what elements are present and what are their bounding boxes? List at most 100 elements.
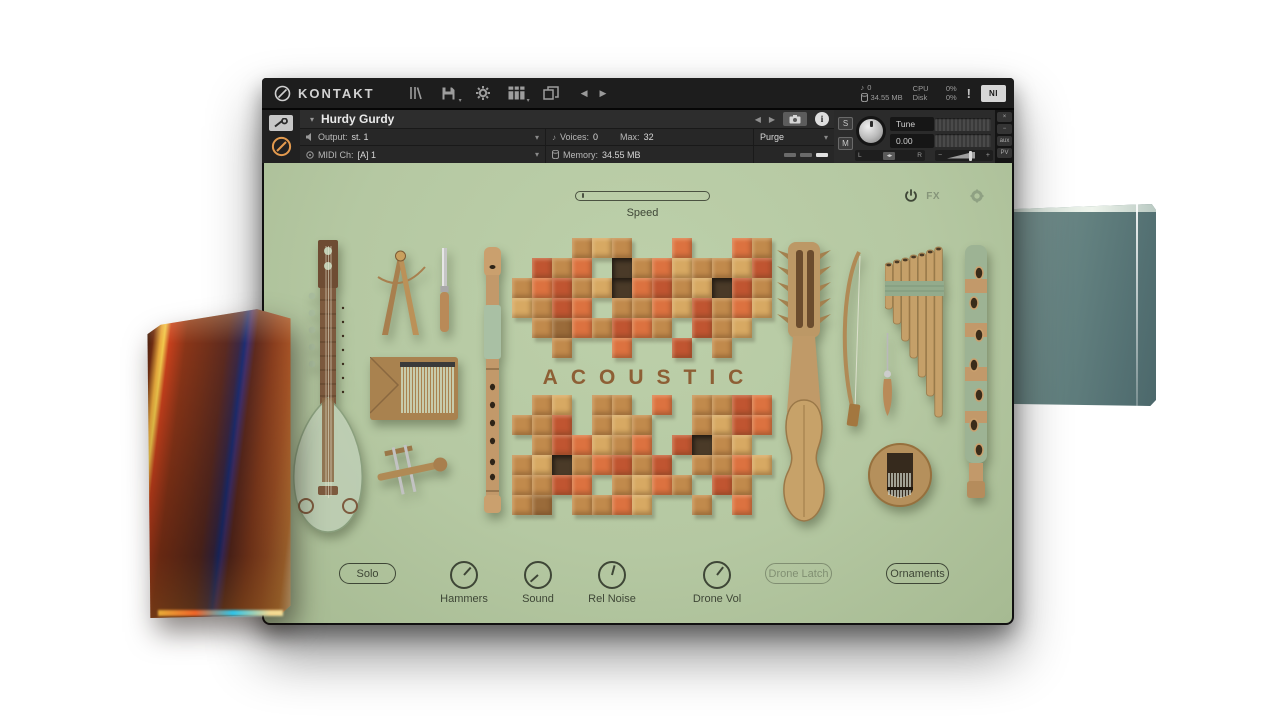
mosaic-block [572, 495, 592, 515]
kontakt-window: KONTAKT ▾ ▾ [262, 78, 1014, 625]
speed-slider[interactable] [575, 191, 710, 201]
title-caret-icon[interactable]: ▾ [310, 115, 314, 124]
mosaic-block [512, 298, 532, 318]
mosaic-block [572, 455, 592, 475]
volume-handle[interactable] [969, 151, 972, 161]
drone-vol-knob[interactable] [703, 561, 731, 589]
mosaic-block [532, 395, 552, 415]
level-meter-right [935, 134, 991, 147]
mosaic-block [612, 238, 632, 258]
mosaic-block [692, 298, 712, 318]
cube-top-face [1014, 204, 1156, 212]
mosaic-block [612, 495, 632, 515]
mosaic-block [552, 318, 572, 338]
mosaic-block [552, 298, 572, 318]
mosaic-block [692, 278, 712, 298]
mosaic-block [552, 395, 572, 415]
midi-channel-select[interactable]: MIDI Ch: [A] 1 ▾ [300, 146, 546, 163]
hammers-knob-pointer [463, 567, 471, 576]
chisel-image [437, 248, 452, 335]
purge-label: Purge [760, 132, 784, 142]
nav-back-icon[interactable]: ◀ [581, 88, 588, 99]
mosaic-block [612, 475, 632, 495]
window-layout-icon[interactable] [541, 84, 561, 102]
next-instrument-icon[interactable]: ▶ [769, 115, 775, 124]
mosaic-hole [712, 278, 732, 298]
mixer-view-icon[interactable]: ▾ [507, 84, 527, 102]
mosaic-block [572, 435, 592, 455]
mosaic-block [592, 395, 612, 415]
snapshot-camera-button[interactable] [783, 112, 807, 126]
mosaic-hole [612, 278, 632, 298]
tune-value-cell[interactable]: 0.00 [890, 134, 934, 148]
fx-power-icon[interactable] [904, 189, 918, 203]
mosaic-block [612, 338, 632, 358]
mosaic-block [632, 258, 652, 278]
sound-knob[interactable] [524, 561, 552, 589]
drone-latch-button[interactable]: Drone Latch [765, 563, 832, 584]
gear-icon[interactable] [473, 84, 493, 102]
library-icon[interactable] [405, 84, 425, 102]
mosaic-block [572, 318, 592, 338]
mosaic-block [552, 435, 572, 455]
output-select[interactable]: Output: st. 1 ▾ [300, 129, 546, 145]
ni-logo[interactable]: NI [981, 85, 1006, 102]
solo-channel-button[interactable]: S [838, 117, 853, 130]
mosaic-block [672, 435, 692, 455]
mosaic-block [632, 278, 652, 298]
mosaic-block [532, 415, 552, 435]
solo-button[interactable]: Solo [339, 563, 396, 584]
teal-cube-decoration [1014, 204, 1156, 406]
mosaic-block [612, 298, 632, 318]
mosaic-block [552, 415, 572, 435]
ornaments-button[interactable]: Ornaments [886, 563, 949, 584]
hammers-knob[interactable] [450, 561, 478, 589]
pan-handle[interactable]: ◂▸ [883, 152, 895, 160]
mosaic-block [632, 475, 652, 495]
cpu-label: CPU [913, 85, 929, 93]
aux-button[interactable]: aux [997, 136, 1012, 146]
purge-menu[interactable]: Purge ▾ [754, 129, 834, 145]
nav-forward-icon[interactable]: ▶ [600, 88, 607, 99]
pan-slider[interactable]: L ◂▸ R [855, 150, 925, 161]
drone-vol-knob-pointer [716, 567, 724, 576]
mosaic-block [592, 435, 612, 455]
mosaic-block [632, 318, 652, 338]
wrench-edit-button[interactable] [269, 115, 293, 131]
mosaic-block [712, 455, 732, 475]
mosaic-block [732, 495, 752, 515]
view-size-buttons[interactable] [784, 153, 828, 157]
tune-knob[interactable] [856, 116, 886, 146]
mosaic-block [632, 495, 652, 515]
output-caret-icon: ▾ [535, 133, 539, 142]
mosaic-hole [552, 455, 572, 475]
rel-noise-knob[interactable] [598, 561, 626, 589]
mosaic-block [592, 238, 612, 258]
mosaic-block [672, 338, 692, 358]
info-button[interactable]: i [815, 112, 829, 126]
close-instrument-button[interactable]: × [997, 112, 1012, 122]
fx-settings-gear-icon[interactable] [970, 189, 984, 203]
mosaic-block [532, 495, 552, 515]
mosaic-block [692, 258, 712, 278]
sitar-image [290, 238, 367, 535]
memory-icon [552, 150, 559, 159]
mosaic-block [652, 278, 672, 298]
speed-slider-handle[interactable] [582, 193, 584, 198]
kontakt-brand: KONTAKT [274, 85, 375, 102]
mosaic-block [612, 455, 632, 475]
kontakt-logo-icon [274, 85, 291, 102]
toolbar-nav: ◀ ▶ [581, 88, 607, 99]
warning-icon[interactable]: ! [967, 86, 971, 101]
mosaic-block [692, 455, 712, 475]
mosaic-block [592, 318, 612, 338]
mute-channel-button[interactable]: M [838, 137, 853, 150]
performance-view-button[interactable]: PV [997, 148, 1012, 158]
save-icon[interactable]: ▾ [439, 84, 459, 102]
mosaic-block [732, 298, 752, 318]
volume-slider[interactable]: − + [935, 150, 993, 161]
mosaic-block [692, 318, 712, 338]
prev-instrument-icon[interactable]: ◀ [755, 115, 761, 124]
instrument-title[interactable]: Hurdy Gurdy [321, 112, 394, 126]
minimize-instrument-button[interactable]: − [997, 124, 1012, 134]
